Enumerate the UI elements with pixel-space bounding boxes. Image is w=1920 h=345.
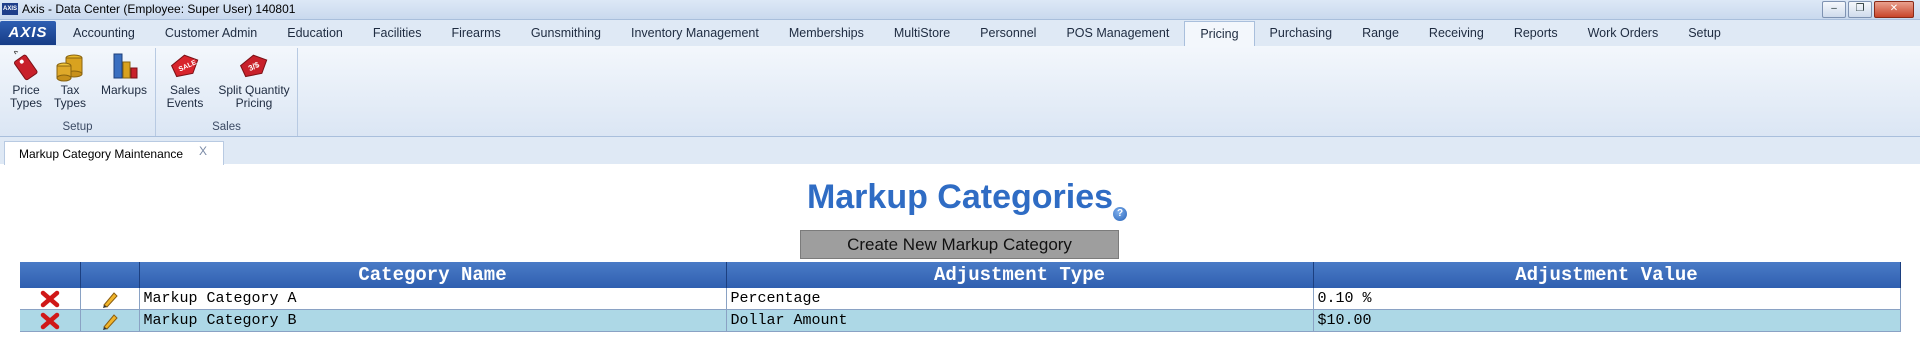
window-controls: – ❐ ✕ <box>1822 1 1914 18</box>
tab-reports[interactable]: Reports <box>1499 20 1573 46</box>
column-header-adjustment-value[interactable]: Adjustment Value <box>1313 262 1901 288</box>
ribbon-group-sales: SALE Sales Events 3/$ Split Quantity Pri… <box>156 48 298 136</box>
delete-icon[interactable] <box>40 290 60 308</box>
tab-setup[interactable]: Setup <box>1673 20 1736 46</box>
sales-events-button[interactable]: SALE Sales Events <box>162 50 208 110</box>
table-row: Markup Category A Percentage 0.10 % <box>20 288 1901 310</box>
tab-facilities[interactable]: Facilities <box>358 20 437 46</box>
pencil-icon[interactable] <box>100 312 120 330</box>
markup-categories-table: Category Name Adjustment Type Adjustment… <box>20 262 1901 332</box>
split-quantity-label-1: Split Quantity <box>218 83 290 97</box>
split-quantity-label-2: Pricing <box>235 96 273 110</box>
close-tab-icon[interactable]: X <box>199 139 207 163</box>
tab-education[interactable]: Education <box>272 20 358 46</box>
bar-chart-icon <box>113 53 138 79</box>
tab-personnel[interactable]: Personnel <box>965 20 1051 46</box>
split-quantity-pricing-button[interactable]: 3/$ Split Quantity Pricing <box>212 50 296 110</box>
help-icon[interactable]: ? <box>1113 207 1127 221</box>
column-header-category-name[interactable]: Category Name <box>139 262 727 288</box>
tax-types-label-1: Tax <box>60 83 80 97</box>
tab-pos-management[interactable]: POS Management <box>1051 20 1184 46</box>
ribbon-tab-row: AXIS Accounting Customer Admin Education… <box>0 20 1920 47</box>
tax-types-button[interactable]: Tax Types <box>50 50 90 110</box>
markups-label: Markups <box>100 83 147 97</box>
sale-tag-icon: SALE <box>170 54 199 78</box>
title-bar: AXIS Axis - Data Center (Employee: Super… <box>0 0 1920 20</box>
adjustment-type-cell: Dollar Amount <box>726 309 1314 332</box>
adjustment-value-cell: $10.00 <box>1313 309 1901 332</box>
edit-cell <box>80 288 140 310</box>
edit-cell <box>80 309 140 332</box>
tab-accounting[interactable]: Accounting <box>58 20 150 46</box>
minimize-button[interactable]: – <box>1822 1 1846 18</box>
tab-gunsmithing[interactable]: Gunsmithing <box>516 20 616 46</box>
markups-button[interactable]: Markups <box>98 50 150 97</box>
axis-app-icon: AXIS <box>2 3 18 15</box>
tab-pricing[interactable]: Pricing <box>1184 21 1255 47</box>
coin-stack-icon <box>56 54 83 82</box>
table-header-row: Category Name Adjustment Type Adjustment… <box>20 262 1901 288</box>
tab-inventory-management[interactable]: Inventory Management <box>616 20 774 46</box>
split-price-tag-icon: 3/$ <box>239 54 268 78</box>
group-label-setup: Setup <box>62 121 93 133</box>
window-title: Axis - Data Center (Employee: Super User… <box>22 2 296 16</box>
price-types-button[interactable]: Price Types <box>6 50 46 110</box>
tab-receiving[interactable]: Receiving <box>1414 20 1499 46</box>
tab-memberships[interactable]: Memberships <box>774 20 879 46</box>
tab-range[interactable]: Range <box>1347 20 1414 46</box>
price-tag-icon <box>13 50 38 81</box>
tax-types-label-2: Types <box>53 96 86 110</box>
price-types-label-2: Types <box>9 96 42 110</box>
document-tab-strip: Markup Category Maintenance X <box>0 137 1920 165</box>
doc-tab-markup-category-maintenance[interactable]: Markup Category Maintenance X <box>4 141 224 165</box>
axis-app-button[interactable]: AXIS <box>0 21 56 45</box>
delete-cell <box>20 309 81 332</box>
sales-events-label-2: Events <box>166 96 204 110</box>
ribbon-group-setup: Price Types Tax Types Markups Setup <box>0 48 156 136</box>
adjustment-type-cell: Percentage <box>726 288 1314 310</box>
delete-cell <box>20 288 81 310</box>
doc-tab-label: Markup Category Maintenance <box>19 147 184 161</box>
column-header-delete <box>20 262 81 288</box>
column-header-edit <box>80 262 140 288</box>
ribbon-tabs: Accounting Customer Admin Education Faci… <box>58 20 1736 47</box>
tab-purchasing[interactable]: Purchasing <box>1255 20 1348 46</box>
tab-multistore[interactable]: MultiStore <box>879 20 965 46</box>
tab-firearms[interactable]: Firearms <box>437 20 516 46</box>
create-new-markup-category-button[interactable]: Create New Markup Category <box>800 230 1119 259</box>
sales-events-label-1: Sales <box>169 83 201 97</box>
tab-customer-admin[interactable]: Customer Admin <box>150 20 272 46</box>
group-label-sales: Sales <box>212 121 241 133</box>
category-name-cell: Markup Category B <box>139 309 727 332</box>
price-types-label-1: Price <box>12 83 40 97</box>
close-window-button[interactable]: ✕ <box>1874 1 1914 18</box>
tab-work-orders[interactable]: Work Orders <box>1573 20 1674 46</box>
category-name-cell: Markup Category A <box>139 288 727 310</box>
ribbon-panel: Price Types Tax Types Markups Setup SALE… <box>0 46 1920 137</box>
column-header-adjustment-type[interactable]: Adjustment Type <box>726 262 1314 288</box>
page-title: Markup Categories <box>806 178 1114 216</box>
adjustment-value-cell: 0.10 % <box>1313 288 1901 310</box>
table-row: Markup Category B Dollar Amount $10.00 <box>20 309 1901 332</box>
pencil-icon[interactable] <box>100 290 120 308</box>
delete-icon[interactable] <box>40 312 60 330</box>
restore-button[interactable]: ❐ <box>1848 1 1872 18</box>
